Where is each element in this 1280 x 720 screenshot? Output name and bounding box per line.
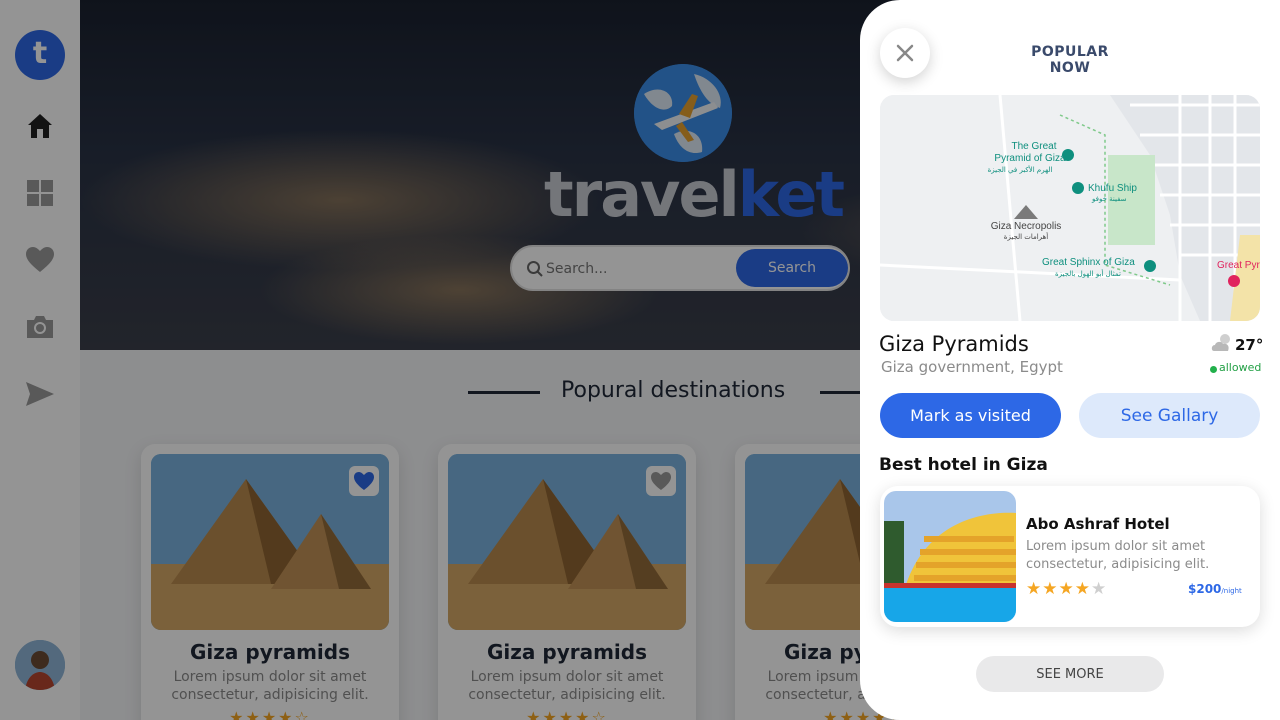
pyramid-map-pin[interactable] <box>1062 149 1074 161</box>
place-location: Giza government, Egypt <box>881 358 1063 376</box>
hotel-rating: ★★★★★ <box>1026 579 1108 599</box>
svg-text:Khufu Ship: Khufu Ship <box>1088 183 1137 194</box>
best-hotel-heading: Best hotel in Giza <box>879 455 1048 475</box>
svg-text:Giza Necropolis: Giza Necropolis <box>991 221 1062 232</box>
see-more-button[interactable]: SEE MORE <box>976 656 1164 692</box>
see-gallery-button[interactable]: See Gallary <box>1079 393 1260 438</box>
mark-visited-button[interactable]: Mark as visited <box>880 393 1061 438</box>
svg-text:تمثال أبو الهول بالجيزة: تمثال أبو الهول بالجيزة <box>1055 269 1121 278</box>
close-button[interactable] <box>880 28 930 78</box>
location-map-pin[interactable] <box>1228 275 1240 287</box>
location-map[interactable]: The Great Pyramid of Giza الهرم الأكبر ف… <box>880 95 1260 321</box>
partly-cloudy-icon <box>1211 334 1230 351</box>
svg-text:Great Pyr: Great Pyr <box>1217 260 1260 271</box>
svg-text:أهرامات الجيزة: أهرامات الجيزة <box>1004 232 1048 241</box>
hotel-description: Lorem ipsum dolor sit amet consectetur, … <box>1026 539 1210 572</box>
hotel-name: Abo Ashraf Hotel <box>1026 515 1170 533</box>
place-name: Giza Pyramids <box>879 332 1029 356</box>
status-text: allowed <box>1219 361 1262 374</box>
hotel-image <box>884 491 1016 622</box>
temperature: 27° <box>1235 336 1264 354</box>
sphinx-map-pin[interactable] <box>1144 260 1156 272</box>
hotel-card[interactable]: Abo Ashraf Hotel Lorem ipsum dolor sit a… <box>880 486 1260 627</box>
khufu-map-pin[interactable] <box>1072 182 1084 194</box>
close-icon <box>896 44 914 62</box>
svg-text:سفينة خوفو: سفينة خوفو <box>1091 195 1127 203</box>
svg-text:الهرم الأكبر في الجيزة: الهرم الأكبر في الجيزة <box>988 165 1053 174</box>
status-dot <box>1210 366 1217 373</box>
svg-text:The Great: The Great <box>1011 141 1056 152</box>
panel-title: POPULAR NOW <box>1031 44 1109 76</box>
svg-text:Great Sphinx of Giza: Great Sphinx of Giza <box>1042 257 1135 268</box>
popular-now-panel: POPULAR NOW The Great Pyramid of Giza ال… <box>860 0 1280 720</box>
map-canvas: The Great Pyramid of Giza الهرم الأكبر ف… <box>880 95 1260 321</box>
svg-text:Pyramid of Giza: Pyramid of Giza <box>994 153 1066 164</box>
hotel-price: $200/night <box>1188 582 1242 596</box>
